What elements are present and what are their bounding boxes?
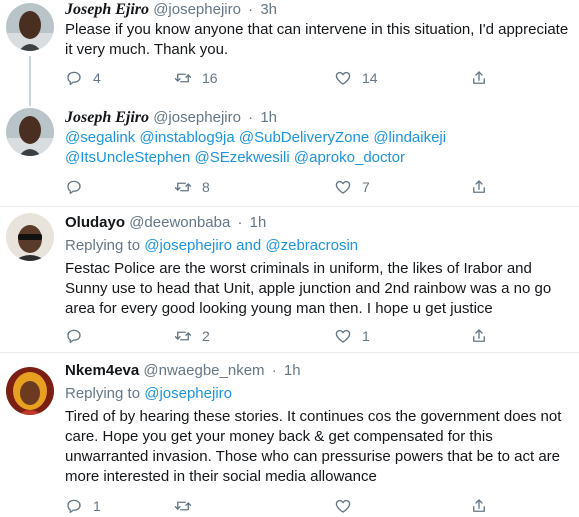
share-icon (473, 71, 485, 84)
reply-button[interactable]: 4 (65, 68, 101, 88)
like-count: 1 (362, 328, 370, 344)
reply-count: 1 (93, 498, 101, 514)
tweet-actions: 4 16 14 (65, 68, 549, 88)
retweet-icon (174, 73, 192, 83)
tweet-text: Festac Police are the worst criminals in… (65, 260, 552, 317)
tweet-text: Please if you know anyone that can inter… (65, 21, 569, 58)
reply-icon (67, 499, 81, 514)
reply-icon (67, 71, 81, 86)
tweet-header: Oludayo @deewonbaba · 1h (65, 213, 571, 233)
like-button[interactable] (334, 496, 362, 516)
retweet-count: 16 (202, 70, 218, 86)
tweet-header: Joseph Ejiro @josephejiro · 1h (65, 108, 571, 128)
reply-button[interactable] (65, 326, 93, 346)
tweet-text: Tired of by hearing these stories. It co… (65, 408, 562, 485)
separator: · (248, 1, 254, 18)
retweet-button[interactable]: 8 (174, 177, 210, 197)
like-button[interactable]: 14 (334, 68, 378, 88)
share-button[interactable] (470, 177, 488, 197)
thread-line (29, 56, 31, 106)
retweet-button[interactable] (174, 496, 202, 516)
display-name[interactable]: Oludayo (65, 214, 125, 231)
timestamp[interactable]: 1h (284, 362, 301, 379)
share-button[interactable] (470, 326, 488, 346)
separator: · (237, 214, 243, 231)
reply-button[interactable]: 1 (65, 496, 101, 516)
avatar[interactable] (6, 108, 54, 156)
retweet-icon (174, 501, 192, 511)
user-handle[interactable]: @josephejiro (153, 109, 241, 126)
share-button[interactable] (470, 496, 488, 516)
retweet-icon (174, 331, 192, 341)
share-icon (473, 329, 485, 342)
user-handle[interactable]: @josephejiro (153, 1, 241, 18)
reply-mention[interactable]: @josephejiro (144, 237, 232, 254)
reply-icon (67, 180, 81, 195)
reply-and[interactable]: and (236, 237, 261, 254)
reply-mention[interactable]: @josephejiro (144, 385, 232, 402)
separator: · (248, 109, 254, 126)
heart-icon (335, 180, 351, 194)
tweet-header: Joseph Ejiro @josephejiro · 3h (65, 0, 571, 20)
timestamp[interactable]: 1h (250, 214, 267, 231)
retweet-button[interactable]: 2 (174, 326, 210, 346)
avatar[interactable] (6, 367, 54, 415)
user-handle[interactable]: @nwaegbe_nkem (143, 362, 264, 379)
replying-to: Replying to @josephejiro and @zebracrosi… (65, 236, 571, 256)
share-icon (473, 499, 485, 512)
tweet-actions: 2 1 (65, 326, 549, 346)
replying-to-label: Replying to (65, 385, 141, 402)
display-name[interactable]: Nkem4eva (65, 362, 139, 379)
tweet-mentions[interactable]: @segalink @instablog9ja @SubDeliveryZone… (65, 128, 571, 168)
tweet-actions: 1 (65, 496, 549, 516)
reply-icon (67, 329, 81, 344)
divider (0, 206, 579, 207)
retweet-button[interactable]: 16 (174, 68, 218, 88)
share-button[interactable] (470, 68, 488, 88)
reply-button[interactable] (65, 177, 93, 197)
like-button[interactable]: 7 (334, 177, 370, 197)
retweet-count: 8 (202, 179, 210, 195)
retweet-count: 2 (202, 328, 210, 344)
like-button[interactable]: 1 (334, 326, 370, 346)
separator: · (271, 362, 277, 379)
display-name[interactable]: Joseph Ejiro (65, 1, 149, 18)
avatar[interactable] (6, 3, 54, 51)
replying-to-label: Replying to (65, 237, 141, 254)
heart-icon (335, 329, 351, 343)
timestamp[interactable]: 1h (260, 109, 277, 126)
heart-icon (335, 71, 351, 85)
heart-icon (335, 499, 351, 513)
reply-mention[interactable]: @zebracrosin (265, 237, 358, 254)
replying-to: Replying to @josephejiro (65, 384, 571, 404)
display-name[interactable]: Joseph Ejiro (65, 109, 149, 126)
tweet-actions: 8 7 (65, 177, 549, 197)
like-count: 14 (362, 70, 378, 86)
like-count: 7 (362, 179, 370, 195)
reply-count: 4 (93, 70, 101, 86)
tweet-header: Nkem4eva @nwaegbe_nkem · 1h (65, 361, 571, 381)
divider (0, 352, 579, 353)
timestamp[interactable]: 3h (260, 1, 277, 18)
retweet-icon (174, 182, 192, 192)
user-handle[interactable]: @deewonbaba (129, 214, 230, 231)
share-icon (473, 180, 485, 193)
avatar[interactable] (6, 213, 54, 261)
